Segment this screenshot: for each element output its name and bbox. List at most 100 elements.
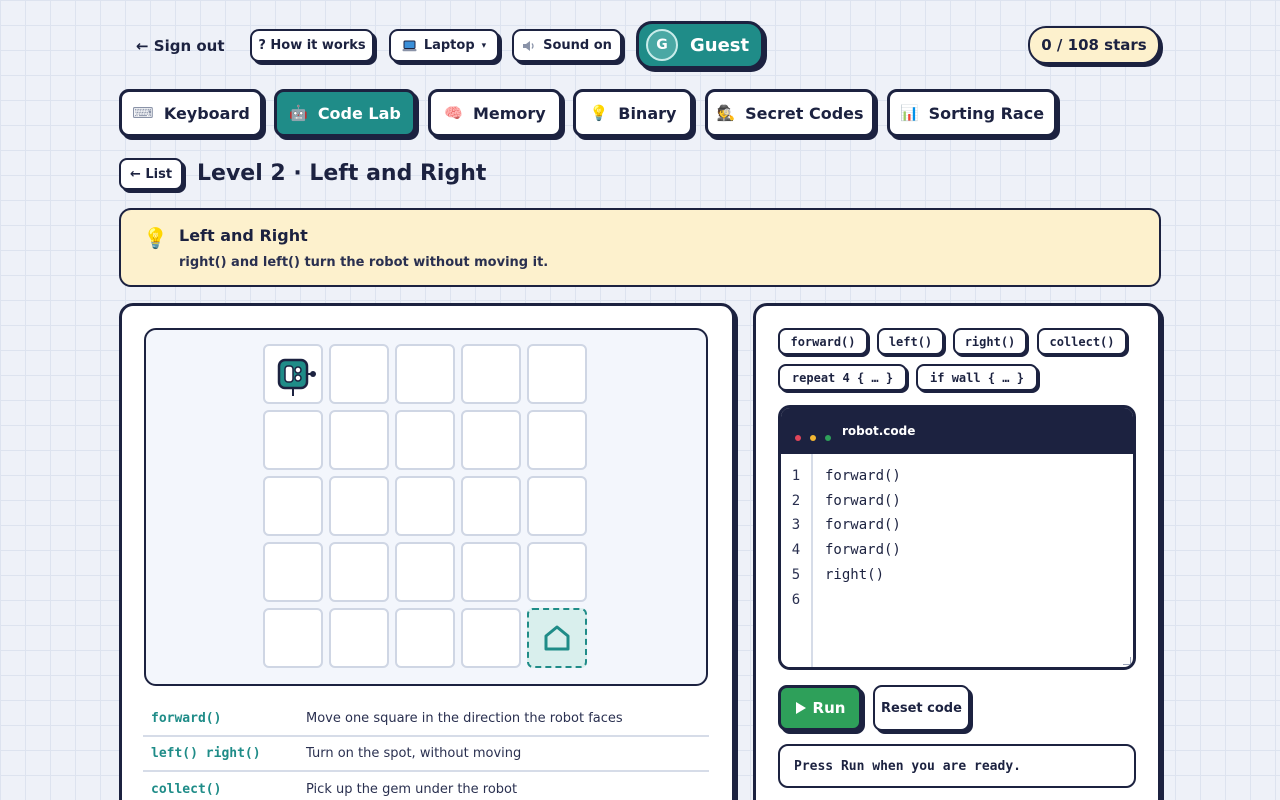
reference-row: left() right() Turn on the spot, without… [143,737,709,772]
avatar: G [646,29,678,61]
sign-out-link[interactable]: ← Sign out [136,34,225,58]
window-dot-red [795,435,801,441]
reference-desc: Turn on the spot, without moving [306,746,522,761]
board-cell [263,542,323,602]
reference-code: forward() [151,711,222,726]
board-cell [461,542,521,602]
board-cell [263,344,323,404]
line-number: 5 [791,567,801,583]
status-message: Press Run when you are ready. [778,744,1136,788]
tab-secret-codes[interactable]: 🕵 Secret Codes [705,89,875,137]
how-it-works-label: ? How it works [258,38,366,53]
board-cell [395,410,455,470]
code-line: forward() [825,517,901,533]
sound-toggle[interactable]: Sound on [512,29,622,62]
line-number: 1 [791,468,801,484]
tab-label: Binary [618,103,677,123]
snippet-repeat[interactable]: repeat 4 { … } [778,364,907,391]
goal-cell [527,608,587,668]
spy-icon: 🕵 [716,104,736,122]
reset-code-button[interactable]: Reset code [873,685,970,731]
reference-desc: Move one square in the direction the rob… [306,711,623,726]
snippet-left[interactable]: left() [877,328,944,355]
tab-binary[interactable]: 💡 Binary [573,89,693,137]
speaker-icon [523,40,534,51]
board-cell [395,542,455,602]
bar-chart-icon: 📊 [899,104,919,122]
board-cell [329,608,389,668]
snippet-if-wall[interactable]: if wall { … } [916,364,1038,391]
tab-label: Keyboard [163,103,250,123]
stars-counter: 0 / 108 stars [1028,26,1160,64]
line-number: 4 [791,542,801,558]
board-cell [263,476,323,536]
code-line: right() [825,567,885,583]
reference-desc: Pick up the gem under the robot [306,782,518,797]
board-cell [263,410,323,470]
robot-icon: 🤖 [289,104,308,122]
code-line: forward() [825,493,901,509]
line-number: 3 [791,517,801,533]
device-select[interactable]: Laptop ▾ [389,29,499,62]
reference-row: forward() Move one square in the directi… [143,702,709,737]
back-to-list-button[interactable]: ← List [119,158,183,190]
board-cell [527,476,587,536]
tab-label: Code Lab [317,103,401,123]
board-cell [461,476,521,536]
line-gutter: 1 2 3 4 5 6 [781,454,813,667]
board-cell [461,608,521,668]
hint-title: Left and Right [179,226,308,245]
tab-label: Memory [472,103,546,123]
board-cell [461,344,521,404]
code-line: forward() [825,468,901,484]
board-cell [329,344,389,404]
chevron-down-icon: ▾ [481,40,487,51]
play-icon [795,702,806,714]
snippet-right[interactable]: right() [953,328,1027,355]
board-cell [461,410,521,470]
tab-label: Sorting Race [928,103,1045,123]
editor-filename: robot.code [842,424,916,438]
board-cell [395,344,455,404]
board-cell [329,542,389,602]
how-it-works-button[interactable]: ? How it works [250,29,374,62]
lightbulb-icon: 💡 [143,226,168,250]
board-cell [395,476,455,536]
page-title: Level 2 · Left and Right [197,160,487,186]
reference-code: collect() [151,782,222,797]
hint-text: right() and left() turn the robot withou… [179,255,549,270]
tab-sorting-race[interactable]: 📊 Sorting Race [887,89,1057,137]
line-number: 6 [791,592,801,608]
brain-icon: 🧠 [444,104,463,122]
code-line: forward() [825,542,901,558]
resize-handle[interactable] [1123,657,1131,665]
home-icon [544,625,570,651]
run-label: Run [812,699,846,717]
board-cell [329,476,389,536]
code-editor[interactable]: robot.code 1 2 3 4 5 6 forward() forward… [778,405,1136,670]
board-cell [527,410,587,470]
tab-keyboard[interactable]: ⌨ Keyboard [119,89,263,137]
tab-label: Secret Codes [745,103,864,123]
robot-icon [277,358,316,396]
board-cell [263,608,323,668]
hint-box: 💡 Left and Right right() and left() turn… [119,208,1161,287]
tab-memory[interactable]: 🧠 Memory [428,89,562,137]
run-button[interactable]: Run [778,685,862,731]
window-dot-green [825,435,831,441]
board-cell [395,608,455,668]
device-label: Laptop [423,38,475,53]
sound-label: Sound on [543,38,612,53]
user-menu[interactable]: G Guest [636,21,764,69]
tab-code-lab[interactable]: 🤖 Code Lab [274,89,416,137]
board-cell [527,344,587,404]
editor-titlebar: robot.code [781,408,1133,454]
keyboard-icon: ⌨ [132,104,154,122]
back-to-list-label: ← List [129,166,173,182]
snippet-collect[interactable]: collect() [1037,328,1127,355]
reference-row: collect() Pick up the gem under the robo… [143,772,709,800]
snippet-forward[interactable]: forward() [778,328,868,355]
board-cell [527,542,587,602]
window-dot-yellow [810,435,816,441]
board-cell [329,410,389,470]
